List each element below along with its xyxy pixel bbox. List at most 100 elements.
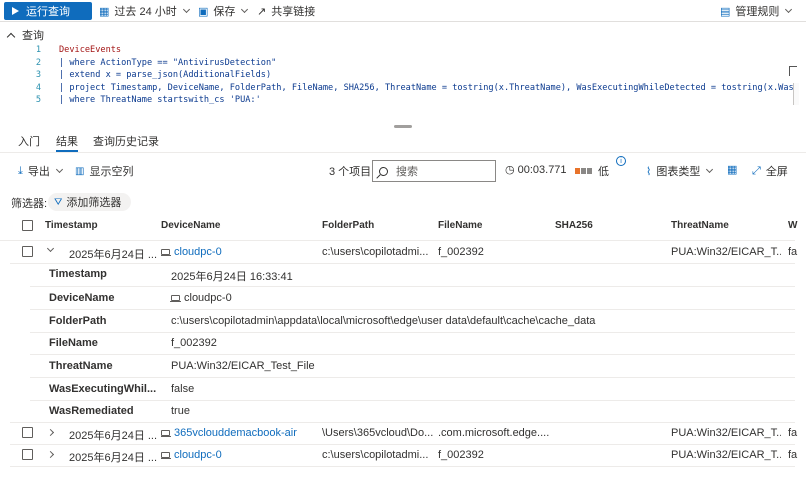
chevron-down-icon <box>55 165 63 174</box>
detail-value: true <box>171 405 190 417</box>
expand-row-icon[interactable] <box>46 450 55 459</box>
collapse-row-icon[interactable] <box>46 244 55 253</box>
row-checkbox[interactable] <box>22 427 33 438</box>
row-timestamp: 2025年6月24日 ... <box>69 452 158 464</box>
chevron-down-icon <box>785 5 793 14</box>
expand-row-icon[interactable] <box>46 428 55 437</box>
detail-value: c:\users\copilotadmin\appdata\local\micr… <box>171 315 596 327</box>
detail-device-name: cloudpc-0 <box>184 292 232 304</box>
detail-key: DeviceName <box>49 292 115 304</box>
column-header-sha256[interactable]: SHA256 <box>555 220 593 231</box>
code-text: | extend x = parse_json(AdditionalFields… <box>59 70 272 81</box>
row-threatname: PUA:Win32/EICAR_T... <box>671 449 781 461</box>
code-line-3: 3 | extend x = parse_json(AdditionalFiel… <box>0 69 795 82</box>
chart-type-dropdown[interactable]: ⌇ 图表类型 <box>646 163 714 179</box>
row-timestamp: 2025年6月24日 ... <box>69 430 158 442</box>
info-icon[interactable]: i <box>616 156 626 166</box>
rules-icon: ▤ <box>720 5 731 18</box>
performance-label: 低 <box>598 166 609 178</box>
line-number: 4 <box>35 82 41 93</box>
search-input[interactable]: 搜索 <box>372 160 496 182</box>
chevron-down-icon <box>182 5 190 14</box>
chevron-up-icon <box>6 32 16 42</box>
save-label: 保存 <box>213 6 236 18</box>
detail-divider <box>30 332 795 333</box>
detail-key: WasExecutingWhil... <box>49 383 157 395</box>
laptop-icon <box>161 249 171 257</box>
column-header-threatname[interactable]: ThreatName <box>671 220 729 231</box>
detail-key: WasRemediated <box>49 405 134 417</box>
column-settings-button[interactable]: ▦ <box>727 163 737 176</box>
row-device-name: cloudpc-0 <box>174 449 222 461</box>
play-icon <box>12 7 19 15</box>
filter-icon: ⛛ <box>54 196 63 208</box>
tab-results[interactable]: 结果 <box>56 133 78 149</box>
row-checkbox[interactable] <box>22 449 33 460</box>
tab-getting-started[interactable]: 入门 <box>18 133 40 149</box>
column-header-devicename[interactable]: DeviceName <box>161 220 220 231</box>
share-link-button[interactable]: ↗ 共享链接 <box>257 4 315 19</box>
column-header-folderpath[interactable]: FolderPath <box>322 220 374 231</box>
row-device-name: 365vclouddemacbook-air <box>174 427 297 439</box>
fullscreen-button[interactable]: ⤢ 全屏 <box>752 163 788 179</box>
detail-divider <box>30 286 795 287</box>
item-count-text: 3 个项目 <box>329 166 372 178</box>
row-device-link[interactable]: 365vclouddemacbook-air <box>161 427 319 439</box>
query-section-toggle[interactable]: 查询 <box>6 27 44 43</box>
manage-rules-dropdown[interactable]: ▤ 管理规则 <box>720 4 793 18</box>
detail-key: FileName <box>49 337 98 349</box>
add-filter-button[interactable]: ⛛ 添加筛选器 <box>48 193 132 211</box>
clock-icon: ◷ <box>505 164 515 176</box>
run-query-button[interactable]: 运行查询 <box>4 2 92 20</box>
detail-divider <box>30 377 795 378</box>
save-dropdown[interactable]: ▣ 保存 <box>198 4 249 18</box>
row-divider <box>10 466 795 467</box>
performance-indicator: 低 <box>575 163 609 179</box>
select-all-checkbox[interactable] <box>22 220 33 231</box>
row-truncated: fa <box>788 246 798 258</box>
tabs-divider <box>0 152 806 153</box>
row-folderpath: c:\users\copilotadmi... <box>322 246 429 258</box>
show-empty-label: 显示空列 <box>89 166 134 178</box>
time-range-dropdown[interactable]: ▦ 过去 24 小时 <box>99 4 190 18</box>
row-divider <box>10 422 795 423</box>
tab-query-history[interactable]: 查询历史记录 <box>93 133 159 149</box>
code-text: | where ActionType == "AntivirusDetectio… <box>59 57 277 68</box>
code-line-5: 5 | where ThreatName startswith_cs 'PUA:… <box>0 94 795 107</box>
row-truncated: fa <box>788 427 798 439</box>
code-line-4: 4 | project Timestamp, DeviceName, Folde… <box>0 82 795 95</box>
search-placeholder: 搜索 <box>396 166 418 178</box>
row-device-link[interactable]: cloudpc-0 <box>161 246 316 258</box>
code-text: | project Timestamp, DeviceName, FolderP… <box>59 82 795 93</box>
editor-scrollbar[interactable] <box>793 83 799 105</box>
pane-splitter-handle[interactable] <box>394 125 412 128</box>
detail-key: FolderPath <box>49 315 107 327</box>
line-number: 3 <box>35 70 41 81</box>
column-header-filename[interactable]: FileName <box>438 220 482 231</box>
query-duration: ◷ 00:03.771 <box>505 163 567 177</box>
detail-key: ThreatName <box>49 360 113 372</box>
row-checkbox[interactable] <box>22 246 33 257</box>
line-number: 2 <box>35 57 41 68</box>
row-device-name: cloudpc-0 <box>174 246 222 258</box>
query-section-title: 查询 <box>22 30 44 42</box>
column-header-truncated[interactable]: W <box>788 220 797 231</box>
query-editor[interactable]: 1 DeviceEvents 2 | where ActionType == "… <box>0 44 795 107</box>
detail-value: PUA:Win32/EICAR_Test_File <box>171 360 315 372</box>
show-empty-columns-button[interactable]: ▥ 显示空列 <box>75 163 133 179</box>
column-header-timestamp[interactable]: Timestamp <box>45 220 98 231</box>
detail-value: false <box>171 383 195 395</box>
detail-device-link[interactable]: cloudpc-0 <box>170 292 232 304</box>
expand-icon: ⤢ <box>752 164 761 177</box>
chevron-down-icon <box>241 5 249 14</box>
detail-divider <box>30 354 795 355</box>
code-line-2: 2 | where ActionType == "AntivirusDetect… <box>0 57 795 70</box>
row-device-link[interactable]: cloudpc-0 <box>161 449 316 461</box>
item-count: 3 个项目 <box>329 163 371 179</box>
table-settings-icon: ▦ <box>727 164 738 176</box>
row-divider <box>10 263 795 264</box>
search-icon <box>379 166 388 176</box>
export-label: 导出 <box>27 166 50 178</box>
laptop-icon <box>170 295 181 303</box>
export-dropdown[interactable]: ⤓ 导出 <box>18 163 63 179</box>
